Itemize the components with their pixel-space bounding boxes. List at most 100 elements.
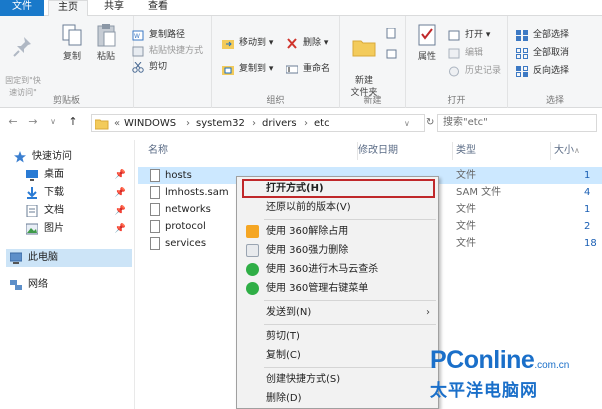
breadcrumb-windows[interactable]: WINDOWS	[124, 116, 176, 131]
file-size: 18	[584, 238, 597, 249]
organize-group-label: 组织	[266, 96, 285, 106]
sidebar-item-desktop[interactable]: 桌面 📌	[26, 166, 132, 184]
paste-label: 粘贴	[96, 52, 115, 62]
menu-item-360-cloud-scan[interactable]: 使用 360进行木马云查杀	[238, 260, 438, 279]
tab-view[interactable]: 查看	[138, 0, 178, 16]
refresh-icon[interactable]: ↻	[426, 114, 436, 132]
menu-item-restore-versions[interactable]: 还原以前的版本(V)	[238, 198, 438, 217]
menu-item-open-with[interactable]: 打开方式(H)	[238, 179, 438, 198]
history-label: 历史记录	[465, 66, 502, 76]
tab-file[interactable]: 文件	[0, 0, 44, 16]
scissors-icon	[132, 61, 144, 73]
pin-icon[interactable]: 📌	[115, 202, 126, 220]
breadcrumb-system32[interactable]: system32	[196, 116, 245, 131]
invert-selection-label: 反向选择	[533, 66, 570, 76]
copy-path-item[interactable]: W 复制路径	[132, 28, 185, 43]
file-name: hosts	[165, 170, 192, 181]
new-item-button[interactable]	[386, 26, 398, 41]
sidebar-item-downloads[interactable]: 下载 📌	[26, 184, 132, 202]
search-input[interactable]: 搜索"etc"	[437, 114, 597, 132]
file-type: 文件	[456, 170, 476, 181]
paste-shortcut-item[interactable]: 粘贴快捷方式	[132, 44, 203, 59]
copy-button[interactable]: 复制	[58, 22, 86, 63]
new-folder-button[interactable]: 新建 文件夹	[344, 22, 384, 99]
menu-item-label: 使用 360解除占用	[266, 226, 349, 237]
edit-button[interactable]: 编辑	[448, 46, 483, 61]
sort-up-icon: ∧	[574, 146, 580, 155]
history-button[interactable]: 历史记录	[448, 64, 501, 79]
copy-to-label: 复制到 ▾	[239, 64, 274, 74]
new-group: 新建 文件夹 新建	[340, 16, 406, 108]
pin-icon[interactable]: 📌	[115, 166, 126, 184]
column-header-type[interactable]: 类型	[456, 142, 476, 160]
delete-button[interactable]: 删除 ▾	[286, 36, 328, 51]
menu-item-create-shortcut[interactable]: 创建快捷方式(S)	[238, 370, 438, 389]
breadcrumb-drivers[interactable]: drivers	[262, 116, 297, 131]
recent-dropdown-icon[interactable]: ∨	[46, 115, 60, 129]
column-header-modified[interactable]: 修改日期	[358, 142, 398, 160]
new-group-label: 新建	[363, 96, 382, 106]
quick-access-item[interactable]: 快速访问	[14, 148, 132, 166]
sidebar-item-label: 图片	[44, 223, 64, 234]
select-all-button[interactable]: 全部选择	[516, 28, 569, 43]
sidebar-item-this-pc[interactable]: 此电脑	[6, 249, 132, 267]
ribbon: 固定到"快 速访问" 复制 粘贴 剪贴板 W 复制路径 粘贴快捷方式 剪切 移动到…	[0, 16, 602, 108]
file-size: 4	[584, 187, 591, 198]
brand-name: PConline	[430, 346, 535, 374]
sidebar-item-network[interactable]: 网络	[10, 276, 132, 294]
address-dropdown-icon[interactable]: ∨	[404, 116, 410, 131]
clipboard-group-label: 剪贴板	[52, 96, 80, 106]
back-arrow-icon[interactable]: ←	[6, 115, 20, 129]
pin-icon[interactable]: 📌	[115, 184, 126, 202]
rename-label: 重命名	[303, 64, 331, 74]
rename-button[interactable]: 重命名	[285, 62, 331, 77]
new-item-icon	[386, 27, 398, 39]
menu-item-cut[interactable]: 剪切(T)	[238, 327, 438, 346]
history-icon	[448, 66, 460, 77]
pin-icon[interactable]: 📌	[115, 220, 126, 238]
paste-icon	[93, 22, 119, 48]
forward-arrow-icon[interactable]: →	[26, 115, 40, 129]
copy-folder-icon	[222, 64, 234, 75]
invert-selection-button[interactable]: 反向选择	[516, 64, 569, 79]
move-to-button[interactable]: 移动到 ▾	[222, 36, 273, 51]
column-header-name[interactable]: 名称	[148, 142, 168, 160]
sidebar-item-documents[interactable]: 文档 📌	[26, 202, 132, 220]
cut-label: 剪切	[149, 62, 168, 72]
pin-icon	[10, 34, 36, 60]
move-folder-icon	[222, 38, 234, 49]
address-bar[interactable]: « WINDOWS › system32 › drivers › etc ∨	[91, 114, 425, 132]
menu-item-360-manage-menu[interactable]: 使用 360管理右键菜单	[238, 279, 438, 298]
paste-button[interactable]: 粘贴	[92, 22, 120, 63]
breadcrumb-etc[interactable]: etc	[314, 116, 330, 131]
copy-to-button[interactable]: 复制到 ▾	[222, 62, 273, 77]
brand-domain: .com.cn	[534, 360, 570, 371]
menu-item-label: 使用 360进行木马云查杀	[266, 264, 379, 275]
menu-item-360-force-delete[interactable]: 使用 360强力删除	[238, 241, 438, 260]
pin-quick-access-button[interactable]: 固定到"快 速访问"	[2, 22, 44, 99]
menu-item-360-unlock[interactable]: 使用 360解除占用	[238, 222, 438, 241]
edit-icon	[448, 48, 460, 59]
menu-item-delete[interactable]: 删除(D)	[238, 389, 438, 408]
tab-share[interactable]: 共享	[94, 0, 134, 16]
column-header-size[interactable]: 大小	[554, 142, 574, 160]
cut-item[interactable]: 剪切	[132, 60, 167, 75]
menu-item-send-to[interactable]: 发送到(N) ›	[238, 303, 438, 322]
breadcrumb-overflow[interactable]: «	[114, 116, 120, 131]
submenu-arrow-icon: ›	[426, 307, 430, 318]
clipboard-small-buttons: W 复制路径 粘贴快捷方式 剪切	[126, 16, 212, 108]
open-group: 属性 打开 ▾ 编辑 历史记录 打开	[406, 16, 508, 108]
shield-icon	[246, 282, 259, 295]
menu-item-label: 使用 360管理右键菜单	[266, 283, 369, 294]
up-arrow-icon[interactable]: ↑	[66, 115, 80, 129]
brand-chinese-name: 太平洋电脑网	[430, 381, 538, 401]
select-none-button[interactable]: 全部取消	[516, 46, 569, 61]
easy-access-button[interactable]	[386, 46, 398, 61]
open-button[interactable]: 打开 ▾	[448, 28, 490, 43]
paste-shortcut-icon	[132, 46, 144, 57]
menu-item-copy[interactable]: 复制(C)	[238, 346, 438, 365]
properties-button[interactable]: 属性	[412, 22, 442, 63]
copy-icon	[59, 22, 85, 48]
sidebar-item-pictures[interactable]: 图片 📌	[25, 220, 132, 238]
tab-home[interactable]: 主页	[48, 0, 88, 17]
